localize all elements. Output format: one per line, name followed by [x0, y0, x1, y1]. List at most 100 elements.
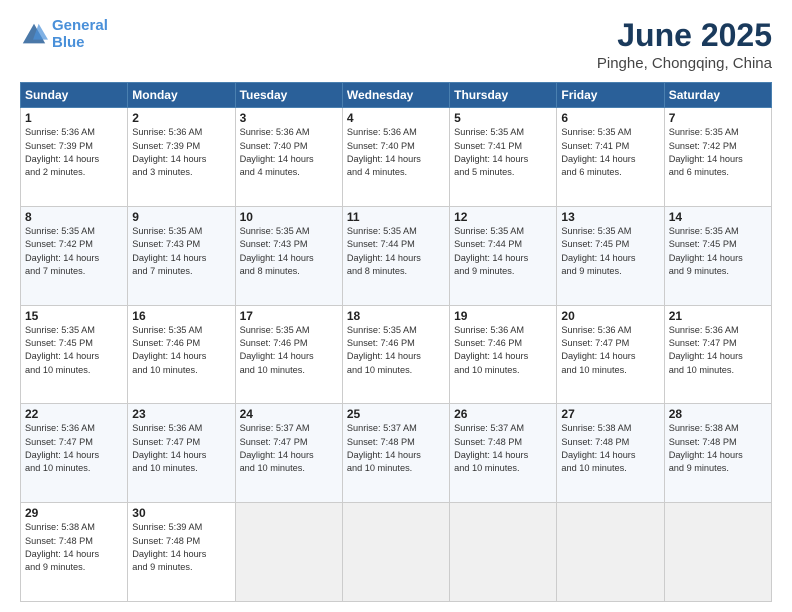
header-thursday: Thursday [450, 83, 557, 108]
day-number: 25 [347, 407, 445, 421]
day-number: 20 [561, 309, 659, 323]
page: General Blue June 2025 Pinghe, Chongqing… [0, 0, 792, 612]
calendar-day-cell: 7Sunrise: 5:35 AMSunset: 7:42 PMDaylight… [664, 108, 771, 207]
day-info: Sunrise: 5:36 AMSunset: 7:39 PMDaylight:… [25, 126, 123, 179]
day-info: Sunrise: 5:35 AMSunset: 7:42 PMDaylight:… [669, 126, 767, 179]
day-number: 9 [132, 210, 230, 224]
day-info: Sunrise: 5:36 AMSunset: 7:47 PMDaylight:… [669, 324, 767, 377]
logo-icon [20, 21, 48, 49]
day-number: 10 [240, 210, 338, 224]
calendar-day-cell: 4Sunrise: 5:36 AMSunset: 7:40 PMDaylight… [342, 108, 449, 207]
day-number: 12 [454, 210, 552, 224]
day-number: 3 [240, 111, 338, 125]
day-info: Sunrise: 5:36 AMSunset: 7:39 PMDaylight:… [132, 126, 230, 179]
calendar-day-cell: 20Sunrise: 5:36 AMSunset: 7:47 PMDayligh… [557, 305, 664, 404]
day-info: Sunrise: 5:38 AMSunset: 7:48 PMDaylight:… [669, 422, 767, 475]
day-info: Sunrise: 5:36 AMSunset: 7:40 PMDaylight:… [240, 126, 338, 179]
day-info: Sunrise: 5:36 AMSunset: 7:47 PMDaylight:… [132, 422, 230, 475]
day-number: 4 [347, 111, 445, 125]
calendar-week-row: 29Sunrise: 5:38 AMSunset: 7:48 PMDayligh… [21, 503, 772, 602]
day-number: 11 [347, 210, 445, 224]
day-info: Sunrise: 5:35 AMSunset: 7:45 PMDaylight:… [561, 225, 659, 278]
calendar-day-cell: 2Sunrise: 5:36 AMSunset: 7:39 PMDaylight… [128, 108, 235, 207]
day-info: Sunrise: 5:36 AMSunset: 7:47 PMDaylight:… [561, 324, 659, 377]
header-monday: Monday [128, 83, 235, 108]
calendar-day-cell [235, 503, 342, 602]
day-number: 24 [240, 407, 338, 421]
calendar-day-cell: 9Sunrise: 5:35 AMSunset: 7:43 PMDaylight… [128, 206, 235, 305]
subtitle: Pinghe, Chongqing, China [597, 55, 772, 72]
calendar-day-cell: 23Sunrise: 5:36 AMSunset: 7:47 PMDayligh… [128, 404, 235, 503]
calendar-day-cell: 12Sunrise: 5:35 AMSunset: 7:44 PMDayligh… [450, 206, 557, 305]
calendar-day-cell: 6Sunrise: 5:35 AMSunset: 7:41 PMDaylight… [557, 108, 664, 207]
calendar-week-row: 1Sunrise: 5:36 AMSunset: 7:39 PMDaylight… [21, 108, 772, 207]
header-saturday: Saturday [664, 83, 771, 108]
day-number: 2 [132, 111, 230, 125]
main-title: June 2025 [597, 18, 772, 53]
calendar-day-cell: 10Sunrise: 5:35 AMSunset: 7:43 PMDayligh… [235, 206, 342, 305]
day-info: Sunrise: 5:35 AMSunset: 7:46 PMDaylight:… [347, 324, 445, 377]
day-number: 26 [454, 407, 552, 421]
calendar-day-cell: 16Sunrise: 5:35 AMSunset: 7:46 PMDayligh… [128, 305, 235, 404]
calendar-day-cell [557, 503, 664, 602]
calendar-header-row: Sunday Monday Tuesday Wednesday Thursday… [21, 83, 772, 108]
day-number: 6 [561, 111, 659, 125]
calendar-day-cell: 27Sunrise: 5:38 AMSunset: 7:48 PMDayligh… [557, 404, 664, 503]
header-sunday: Sunday [21, 83, 128, 108]
day-info: Sunrise: 5:37 AMSunset: 7:48 PMDaylight:… [347, 422, 445, 475]
day-info: Sunrise: 5:35 AMSunset: 7:43 PMDaylight:… [132, 225, 230, 278]
day-number: 29 [25, 506, 123, 520]
calendar-day-cell: 25Sunrise: 5:37 AMSunset: 7:48 PMDayligh… [342, 404, 449, 503]
day-info: Sunrise: 5:36 AMSunset: 7:46 PMDaylight:… [454, 324, 552, 377]
calendar-day-cell: 19Sunrise: 5:36 AMSunset: 7:46 PMDayligh… [450, 305, 557, 404]
calendar-day-cell: 14Sunrise: 5:35 AMSunset: 7:45 PMDayligh… [664, 206, 771, 305]
day-info: Sunrise: 5:35 AMSunset: 7:46 PMDaylight:… [240, 324, 338, 377]
day-number: 28 [669, 407, 767, 421]
day-number: 22 [25, 407, 123, 421]
day-number: 1 [25, 111, 123, 125]
calendar-day-cell: 26Sunrise: 5:37 AMSunset: 7:48 PMDayligh… [450, 404, 557, 503]
calendar-day-cell: 28Sunrise: 5:38 AMSunset: 7:48 PMDayligh… [664, 404, 771, 503]
calendar-day-cell: 8Sunrise: 5:35 AMSunset: 7:42 PMDaylight… [21, 206, 128, 305]
calendar-week-row: 8Sunrise: 5:35 AMSunset: 7:42 PMDaylight… [21, 206, 772, 305]
calendar-day-cell [450, 503, 557, 602]
calendar-day-cell: 11Sunrise: 5:35 AMSunset: 7:44 PMDayligh… [342, 206, 449, 305]
calendar-day-cell: 5Sunrise: 5:35 AMSunset: 7:41 PMDaylight… [450, 108, 557, 207]
day-info: Sunrise: 5:39 AMSunset: 7:48 PMDaylight:… [132, 521, 230, 574]
day-info: Sunrise: 5:35 AMSunset: 7:43 PMDaylight:… [240, 225, 338, 278]
day-number: 27 [561, 407, 659, 421]
day-number: 23 [132, 407, 230, 421]
header-tuesday: Tuesday [235, 83, 342, 108]
header: General Blue June 2025 Pinghe, Chongqing… [20, 18, 772, 72]
day-number: 17 [240, 309, 338, 323]
title-block: June 2025 Pinghe, Chongqing, China [597, 18, 772, 72]
calendar-day-cell: 24Sunrise: 5:37 AMSunset: 7:47 PMDayligh… [235, 404, 342, 503]
day-info: Sunrise: 5:36 AMSunset: 7:40 PMDaylight:… [347, 126, 445, 179]
calendar-day-cell: 21Sunrise: 5:36 AMSunset: 7:47 PMDayligh… [664, 305, 771, 404]
logo: General Blue [20, 18, 108, 51]
calendar-day-cell: 30Sunrise: 5:39 AMSunset: 7:48 PMDayligh… [128, 503, 235, 602]
day-number: 15 [25, 309, 123, 323]
calendar-week-row: 15Sunrise: 5:35 AMSunset: 7:45 PMDayligh… [21, 305, 772, 404]
calendar-day-cell: 1Sunrise: 5:36 AMSunset: 7:39 PMDaylight… [21, 108, 128, 207]
day-info: Sunrise: 5:35 AMSunset: 7:42 PMDaylight:… [25, 225, 123, 278]
day-info: Sunrise: 5:37 AMSunset: 7:48 PMDaylight:… [454, 422, 552, 475]
day-number: 7 [669, 111, 767, 125]
day-info: Sunrise: 5:35 AMSunset: 7:44 PMDaylight:… [454, 225, 552, 278]
day-info: Sunrise: 5:36 AMSunset: 7:47 PMDaylight:… [25, 422, 123, 475]
calendar-week-row: 22Sunrise: 5:36 AMSunset: 7:47 PMDayligh… [21, 404, 772, 503]
calendar-day-cell: 13Sunrise: 5:35 AMSunset: 7:45 PMDayligh… [557, 206, 664, 305]
day-number: 18 [347, 309, 445, 323]
day-number: 8 [25, 210, 123, 224]
calendar-day-cell: 15Sunrise: 5:35 AMSunset: 7:45 PMDayligh… [21, 305, 128, 404]
day-info: Sunrise: 5:35 AMSunset: 7:46 PMDaylight:… [132, 324, 230, 377]
day-number: 14 [669, 210, 767, 224]
logo-text: General Blue [52, 18, 108, 51]
day-number: 19 [454, 309, 552, 323]
calendar-day-cell: 22Sunrise: 5:36 AMSunset: 7:47 PMDayligh… [21, 404, 128, 503]
day-info: Sunrise: 5:35 AMSunset: 7:44 PMDaylight:… [347, 225, 445, 278]
header-friday: Friday [557, 83, 664, 108]
calendar-table: Sunday Monday Tuesday Wednesday Thursday… [20, 82, 772, 602]
header-wednesday: Wednesday [342, 83, 449, 108]
day-info: Sunrise: 5:35 AMSunset: 7:41 PMDaylight:… [561, 126, 659, 179]
